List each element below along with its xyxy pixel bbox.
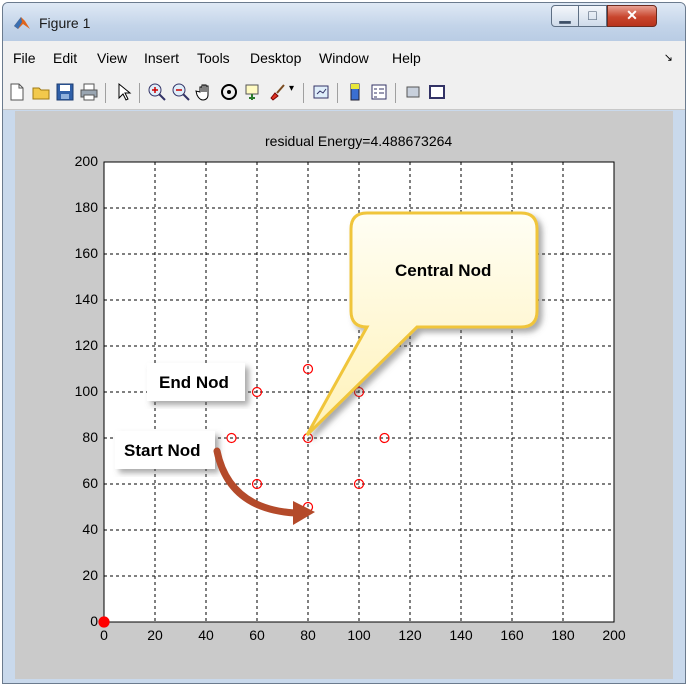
toolbar-separator — [139, 83, 140, 103]
maximize-button[interactable]: □ — [579, 5, 607, 27]
rotate-3d-icon[interactable] — [219, 82, 239, 102]
legend-icon[interactable] — [369, 82, 389, 102]
x-tick-label: 0 — [100, 627, 108, 643]
close-button[interactable]: ✕ — [607, 5, 657, 27]
menu-file[interactable]: File — [13, 50, 36, 66]
colorbar-icon[interactable] — [345, 82, 365, 102]
window-title: Figure 1 — [39, 15, 91, 31]
x-tick-label: 200 — [602, 627, 626, 643]
save-icon[interactable] — [55, 82, 75, 102]
matlab-logo-icon — [14, 17, 30, 29]
origin-point — [98, 616, 110, 628]
menu-bar: File Edit View Insert Tools Desktop Wind… — [3, 41, 685, 75]
menu-help[interactable]: Help — [392, 50, 421, 66]
menu-edit[interactable]: Edit — [53, 50, 77, 66]
x-tick-label: 140 — [449, 627, 473, 643]
y-tick-label: 40 — [82, 521, 98, 537]
y-tick-label: 200 — [74, 153, 98, 169]
pointer-icon[interactable] — [113, 82, 133, 102]
x-tick-label: 80 — [300, 627, 316, 643]
y-tick-label: 20 — [82, 567, 98, 583]
toolbar-separator — [337, 83, 338, 103]
close-icon: ✕ — [626, 7, 638, 23]
pan-icon[interactable] — [195, 82, 215, 102]
menu-tools[interactable]: Tools — [197, 50, 230, 66]
x-tick-label: 100 — [347, 627, 371, 643]
open-file-icon[interactable] — [31, 82, 51, 102]
x-tick-label: 180 — [551, 627, 575, 643]
figure-toolbar: ▾ — [3, 75, 685, 110]
title-bar[interactable]: Figure 1 ▁ □ ✕ — [3, 3, 685, 41]
hide-plot-tools-icon[interactable] — [403, 82, 423, 102]
x-tick-label: 20 — [147, 627, 163, 643]
data-cursor-icon[interactable] — [243, 82, 263, 102]
start-nod-label: Start Nod — [124, 441, 201, 460]
x-tick-label: 120 — [398, 627, 422, 643]
minimize-icon: ▁ — [559, 7, 571, 23]
menu-view[interactable]: View — [97, 50, 127, 66]
toolbar-separator — [395, 83, 396, 103]
new-figure-icon[interactable] — [7, 82, 27, 102]
y-tick-label: 80 — [82, 429, 98, 445]
zoom-in-icon[interactable] — [147, 82, 167, 102]
show-plot-tools-icon[interactable] — [427, 82, 447, 102]
y-tick-label: 0 — [90, 613, 98, 629]
y-tick-label: 180 — [74, 199, 98, 215]
zoom-out-icon[interactable] — [171, 82, 191, 102]
y-tick-label: 160 — [74, 245, 98, 261]
y-tick-label: 140 — [74, 291, 98, 307]
minimize-button[interactable]: ▁ — [551, 5, 579, 27]
plot-axes[interactable]: Central Nod End Nod Start Nod — [15, 111, 673, 679]
y-tick-label: 100 — [74, 383, 98, 399]
brush-icon[interactable] — [267, 82, 287, 102]
x-tick-label: 60 — [249, 627, 265, 643]
menu-desktop[interactable]: Desktop — [250, 50, 301, 66]
y-tick-label: 60 — [82, 475, 98, 491]
figure-window: Figure 1 ▁ □ ✕ File Edit View Insert Too… — [2, 2, 686, 684]
menu-window[interactable]: Window — [319, 50, 369, 66]
x-tick-label: 40 — [198, 627, 214, 643]
print-icon[interactable] — [79, 82, 99, 102]
toolbar-separator — [303, 83, 304, 103]
y-tick-label: 120 — [74, 337, 98, 353]
end-nod-label: End Nod — [159, 373, 229, 392]
figure-canvas: residual Energy=4.488673264 Central Nod — [15, 111, 673, 679]
x-tick-label: 160 — [500, 627, 524, 643]
menu-insert[interactable]: Insert — [144, 50, 179, 66]
brush-dropdown-icon[interactable]: ▾ — [289, 83, 299, 103]
central-nod-label: Central Nod — [395, 261, 491, 280]
maximize-icon: □ — [588, 7, 597, 23]
toolbar-separator — [105, 83, 106, 103]
link-plot-icon[interactable] — [311, 82, 331, 102]
dock-arrow-icon[interactable]: ↘ — [664, 51, 673, 64]
